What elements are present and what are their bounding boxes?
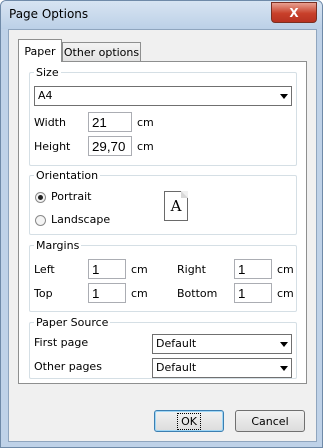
other-pages-label: Other pages: [34, 360, 102, 373]
preview-letter: A: [170, 197, 182, 215]
title-bar[interactable]: Page Options X: [1, 1, 322, 29]
dialog-body: Paper Other options Size A4 Width cm Hei…: [8, 29, 317, 442]
height-unit: cm: [137, 140, 154, 153]
tab-paper-label: Paper: [24, 44, 56, 58]
other-pages-value: Default: [156, 361, 197, 374]
ok-button-label: OK: [177, 412, 201, 430]
page-options-dialog: Page Options X Paper Other options Size …: [0, 0, 323, 448]
cancel-button-label: Cancel: [251, 414, 289, 428]
margins-group: Margins Left cm Right cm Top cm Bottom c…: [29, 239, 297, 312]
width-unit: cm: [137, 116, 154, 129]
left-margin-label: Left: [34, 263, 55, 276]
bottom-margin-unit: cm: [277, 287, 294, 300]
height-label: Height: [34, 140, 71, 153]
paper-size-value: A4: [38, 89, 53, 102]
paper-source-legend: Paper Source: [34, 316, 111, 329]
height-field[interactable]: [88, 136, 132, 156]
first-page-label: First page: [34, 336, 89, 349]
left-margin-unit: cm: [131, 263, 148, 276]
paper-source-group: Paper Source First page Default Other pa…: [29, 316, 297, 379]
margins-legend: Margins: [34, 239, 82, 252]
portrait-label[interactable]: Portrait: [51, 190, 91, 203]
landscape-radio[interactable]: [35, 215, 46, 226]
close-button[interactable]: X: [271, 2, 317, 23]
right-margin-field[interactable]: [234, 259, 272, 279]
bottom-margin-label: Bottom: [177, 287, 218, 300]
chevron-down-icon: [280, 94, 288, 99]
landscape-label[interactable]: Landscape: [51, 213, 110, 226]
first-page-select[interactable]: Default: [152, 334, 292, 354]
tab-paper[interactable]: Paper: [18, 39, 62, 62]
portrait-preview-icon: A: [164, 191, 188, 221]
left-margin-field[interactable]: [88, 259, 126, 279]
orientation-legend: Orientation: [34, 169, 101, 182]
size-legend: Size: [34, 66, 61, 79]
cancel-button[interactable]: Cancel: [235, 410, 305, 432]
window-title: Page Options: [9, 7, 89, 21]
size-group: Size A4 Width cm Height cm: [29, 66, 297, 166]
top-margin-label: Top: [34, 287, 53, 300]
orientation-group: Orientation Portrait Landscape A: [29, 169, 297, 235]
other-pages-select[interactable]: Default: [152, 358, 292, 378]
chevron-down-icon: [280, 366, 288, 371]
width-field[interactable]: [88, 112, 132, 132]
top-margin-unit: cm: [131, 287, 148, 300]
chevron-down-icon: [280, 342, 288, 347]
width-label: Width: [34, 116, 66, 129]
right-margin-unit: cm: [277, 263, 294, 276]
first-page-value: Default: [156, 337, 197, 350]
paper-tab-panel: Size A4 Width cm Height cm Orientation P…: [18, 61, 307, 384]
close-icon: X: [289, 5, 299, 20]
bottom-margin-field[interactable]: [234, 283, 272, 303]
ok-button[interactable]: OK: [154, 410, 224, 432]
top-margin-field[interactable]: [88, 283, 126, 303]
right-margin-label: Right: [177, 263, 206, 276]
tab-other-options-label: Other options: [63, 46, 140, 59]
paper-size-select[interactable]: A4: [34, 86, 292, 106]
portrait-radio[interactable]: [35, 192, 46, 203]
tab-other-options[interactable]: Other options: [62, 42, 141, 62]
